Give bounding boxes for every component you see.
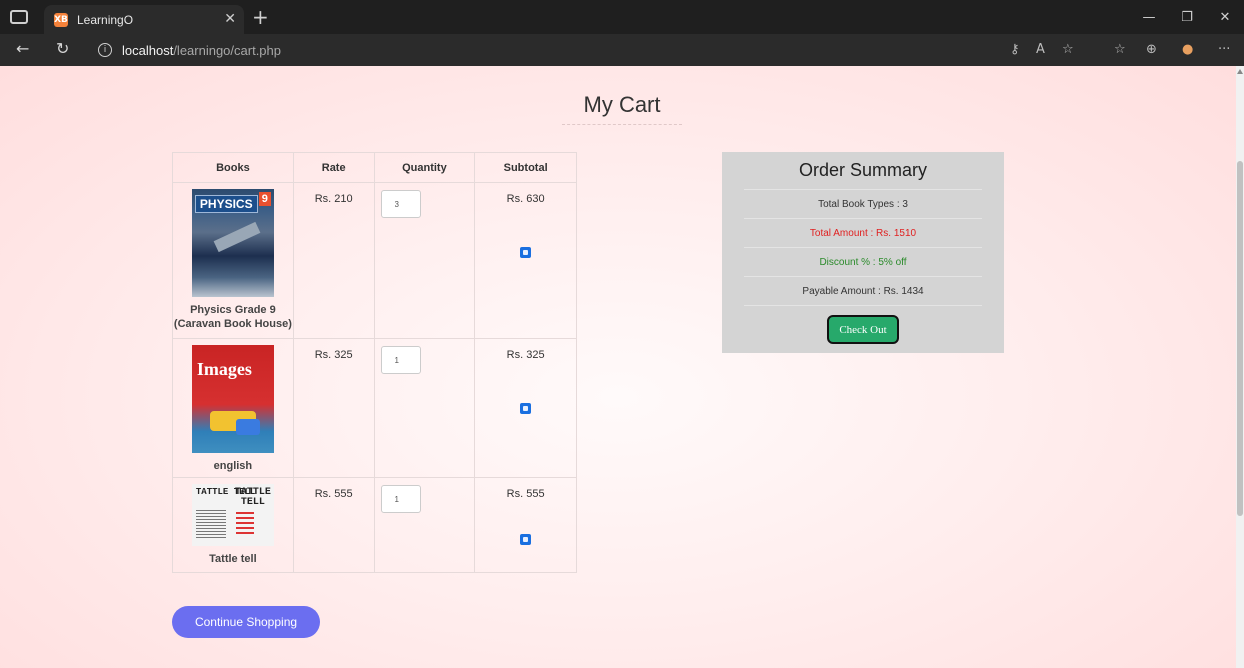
book-name: Physics Grade 9 (Caravan Book House) [173,304,292,330]
delete-icon[interactable] [520,247,532,258]
subtotal-value: Rs. 630 [506,193,545,205]
cart-row: PHYSICS 9 Physics Grade 9 (Caravan Book … [172,182,577,339]
total-book-types: Total Book Types : 3 [744,189,982,218]
url-field[interactable]: i localhost/learningo/cart.php [88,37,1088,63]
subtotal-cell: Rs. 325 [474,338,577,478]
delete-icon[interactable] [520,403,532,414]
quantity-cell [373,477,476,573]
cover-title: Images [196,359,252,379]
payable-amount: Payable Amount : Rs. 1434 [744,276,982,305]
physics-book-cover-icon[interactable]: PHYSICS 9 [191,189,274,297]
subtotal-cell: Rs. 630 [474,182,577,339]
page-title: My Cart [583,92,661,117]
more-menu-icon[interactable]: ··· [1218,42,1230,57]
page-viewport: My Cart Books Rate Quantity Subtotal PHY… [0,66,1236,668]
quantity-input[interactable] [380,190,421,218]
rate-cell: Rs. 555 [292,477,375,573]
read-aloud-icon[interactable]: A [1036,42,1045,57]
continue-shopping-button[interactable]: Continue Shopping [172,606,320,638]
book-name: Tattle tell [209,553,257,565]
browser-tab[interactable]: XB LearningO ✕ [44,5,244,34]
new-tab-icon[interactable]: + [252,5,269,29]
book-cell: Images english [172,338,294,478]
address-bar: ← ↻ i localhost/learningo/cart.php ⚷ A ☆… [0,34,1244,66]
header-subtotal: Subtotal [474,152,577,183]
cover-grade-badge: 9 [258,192,271,206]
book-name: english [213,460,253,472]
order-summary-title: Order Summary [798,160,928,180]
profile-icon[interactable]: ● [1182,42,1193,57]
checkout-button[interactable]: Check Out [827,315,899,344]
book-cell: PHYSICS 9 Physics Grade 9 (Caravan Book … [172,182,294,339]
subtotal-value: Rs. 325 [506,349,545,361]
window-controls: — ❐ ✕ [1130,0,1244,34]
scroll-up-icon[interactable] [1237,69,1243,74]
quantity-cell [373,182,476,339]
close-window-icon[interactable]: ✕ [1206,0,1244,34]
url-host: localhost [122,42,174,58]
checkout-row: Check Out [744,305,982,353]
discount: Discount % : 5% off [744,247,982,276]
key-icon[interactable]: ⚷ [1010,42,1020,57]
cart-header-row: Books Rate Quantity Subtotal [172,152,577,183]
text-lines-graphic [195,510,226,540]
tab-title: LearningO [77,12,134,27]
subtotal-value: Rs. 555 [506,488,545,500]
quantity-input[interactable] [380,485,421,513]
cover-title: PHYSICS [194,195,258,213]
favorite-add-icon[interactable]: ☆ [1062,42,1074,57]
order-summary-panel: Order Summary Total Book Types : 3 Total… [722,152,1004,353]
minimize-icon[interactable]: — [1130,0,1168,34]
book-cell: TATTLE TELL TATTLE TELL Tattle tell [172,477,294,573]
title-divider [562,124,682,125]
red-stripes-graphic [235,512,254,536]
cart-row: Images english Rs. 325 Rs. 325 [172,338,577,478]
restore-icon[interactable]: ❐ [1168,0,1206,34]
scroll-thumb[interactable] [1237,161,1243,516]
header-quantity: Quantity [373,152,476,183]
browser-tab-bar: XB LearningO ✕ + — ❐ ✕ [0,0,1244,34]
subtotal-cell: Rs. 555 [474,477,577,573]
header-rate: Rate [292,152,375,183]
toy-graphic [235,419,260,435]
page-scrollbar[interactable] [1236,66,1244,668]
quantity-input[interactable] [380,346,421,374]
english-book-cover-icon[interactable]: Images [191,345,274,453]
quantity-cell [373,338,476,478]
rate-cell: Rs. 210 [292,182,375,339]
cart-table: Books Rate Quantity Subtotal PHYSICS 9 P… [172,152,577,573]
info-icon[interactable]: i [98,43,112,57]
header-books: Books [172,152,294,183]
tab-actions-icon[interactable] [10,10,28,24]
collections-icon[interactable]: ⊕ [1146,42,1157,57]
url-path: /learningo/cart.php [173,42,281,58]
rate-cell: Rs. 325 [292,338,375,478]
refresh-icon[interactable]: ↻ [56,39,69,58]
favicon-icon: XB [54,12,68,27]
delete-icon[interactable] [520,534,532,545]
satellite-graphic [213,221,261,253]
total-amount: Total Amount : Rs. 1510 [744,218,982,247]
tattle-tell-book-cover-icon[interactable]: TATTLE TELL TATTLE TELL [191,484,274,546]
cart-row: TATTLE TELL TATTLE TELL Tattle tell Rs. … [172,477,577,573]
close-tab-icon[interactable]: ✕ [224,11,236,27]
favorites-icon[interactable]: ☆ [1114,42,1126,57]
cover-title: TATTLE TELL [234,487,271,508]
back-icon[interactable]: ← [16,39,29,58]
